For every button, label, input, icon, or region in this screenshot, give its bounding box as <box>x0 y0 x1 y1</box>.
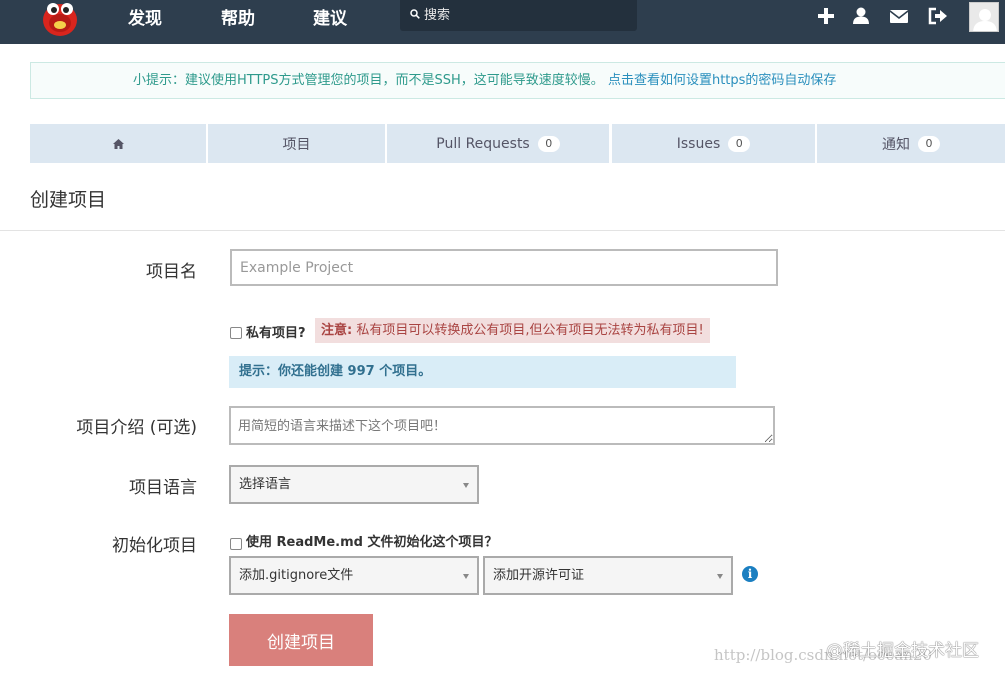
chevron-down-icon <box>717 574 723 579</box>
issues-count: 0 <box>728 135 751 152</box>
language-label: 项目语言 <box>129 478 197 498</box>
home-icon <box>112 138 124 149</box>
chevron-down-icon <box>463 574 469 579</box>
warning-prefix: 注意: <box>321 323 353 338</box>
language-select[interactable]: 选择语言 <box>229 465 479 504</box>
tab-projects[interactable]: 项目 <box>208 124 385 163</box>
quota-tip: 提示：你还能创建 997 个项目。 <box>229 356 736 388</box>
gitignore-select[interactable]: 添加.gitignore文件 <box>229 556 479 595</box>
notifications-count: 0 <box>918 135 940 152</box>
tab-notifications[interactable]: 通知 0 <box>817 124 1005 163</box>
readme-checkbox[interactable] <box>230 538 242 550</box>
plus-icon[interactable] <box>816 7 836 25</box>
info-icon[interactable]: i <box>742 566 758 582</box>
nav-discover[interactable]: 发现 <box>128 4 162 29</box>
tab-issues[interactable]: Issues 0 <box>612 124 815 163</box>
top-navbar: 发现 帮助 建议 <box>0 0 1005 44</box>
title-divider <box>0 230 1005 231</box>
tab-home[interactable] <box>30 124 206 163</box>
page-title: 创建项目 <box>30 189 107 211</box>
create-project-button[interactable]: 创建项目 <box>229 614 373 666</box>
init-label: 初始化项目 <box>112 536 197 556</box>
search-input[interactable] <box>424 0 629 31</box>
description-textarea[interactable] <box>229 406 775 445</box>
envelope-icon[interactable] <box>889 7 909 25</box>
project-name-input[interactable] <box>230 249 778 286</box>
watermark: @稀土掘金技术社区 <box>826 641 979 661</box>
tip-text: 小提示：建议使用HTTPS方式管理您的项目，而不是SSH，这可能导致速度较慢。 <box>133 73 604 88</box>
language-select-value: 选择语言 <box>239 477 292 492</box>
license-select[interactable]: 添加开源许可证 <box>483 556 733 595</box>
search-box <box>400 0 637 31</box>
warning-text: 私有项目可以转换成公有项目,但公有项目无法转为私有项目! <box>356 323 704 338</box>
nav-help[interactable]: 帮助 <box>221 4 255 29</box>
search-icon <box>410 9 420 19</box>
tab-projects-label: 项目 <box>282 136 311 153</box>
tab-pull-requests[interactable]: Pull Requests 0 <box>387 124 609 163</box>
private-label: 私有项目? <box>246 326 306 341</box>
https-tip-banner: 小提示：建议使用HTTPS方式管理您的项目，而不是SSH，这可能导致速度较慢。 … <box>30 62 1005 99</box>
user-icon[interactable] <box>851 7 871 25</box>
license-select-value: 添加开源许可证 <box>493 568 585 583</box>
gitignore-select-value: 添加.gitignore文件 <box>239 568 354 583</box>
private-checkbox[interactable] <box>230 327 242 339</box>
project-name-label: 项目名 <box>146 262 197 282</box>
logo[interactable] <box>40 0 80 38</box>
tab-notifications-label: 通知 <box>882 136 910 153</box>
tab-pull-requests-label: Pull Requests <box>436 135 530 152</box>
description-label: 项目介绍 (可选) <box>76 418 197 438</box>
https-help-link[interactable]: 点击查看如何设置https的密码自动保存 <box>608 73 836 88</box>
private-warning: 注意: 私有项目可以转换成公有项目,但公有项目无法转为私有项目! <box>315 318 710 343</box>
sign-out-icon[interactable] <box>928 7 948 25</box>
avatar[interactable] <box>969 2 999 32</box>
pull-requests-count: 0 <box>537 135 560 152</box>
readme-label: 使用 ReadMe.md 文件初始化这个项目？ <box>246 535 498 550</box>
chevron-down-icon <box>463 483 469 488</box>
nav-suggest[interactable]: 建议 <box>313 4 347 29</box>
project-tabs: 项目 Pull Requests 0 Issues 0 通知 0 <box>30 124 1005 163</box>
tab-issues-label: Issues <box>676 135 721 152</box>
default-avatar-icon <box>973 9 997 31</box>
